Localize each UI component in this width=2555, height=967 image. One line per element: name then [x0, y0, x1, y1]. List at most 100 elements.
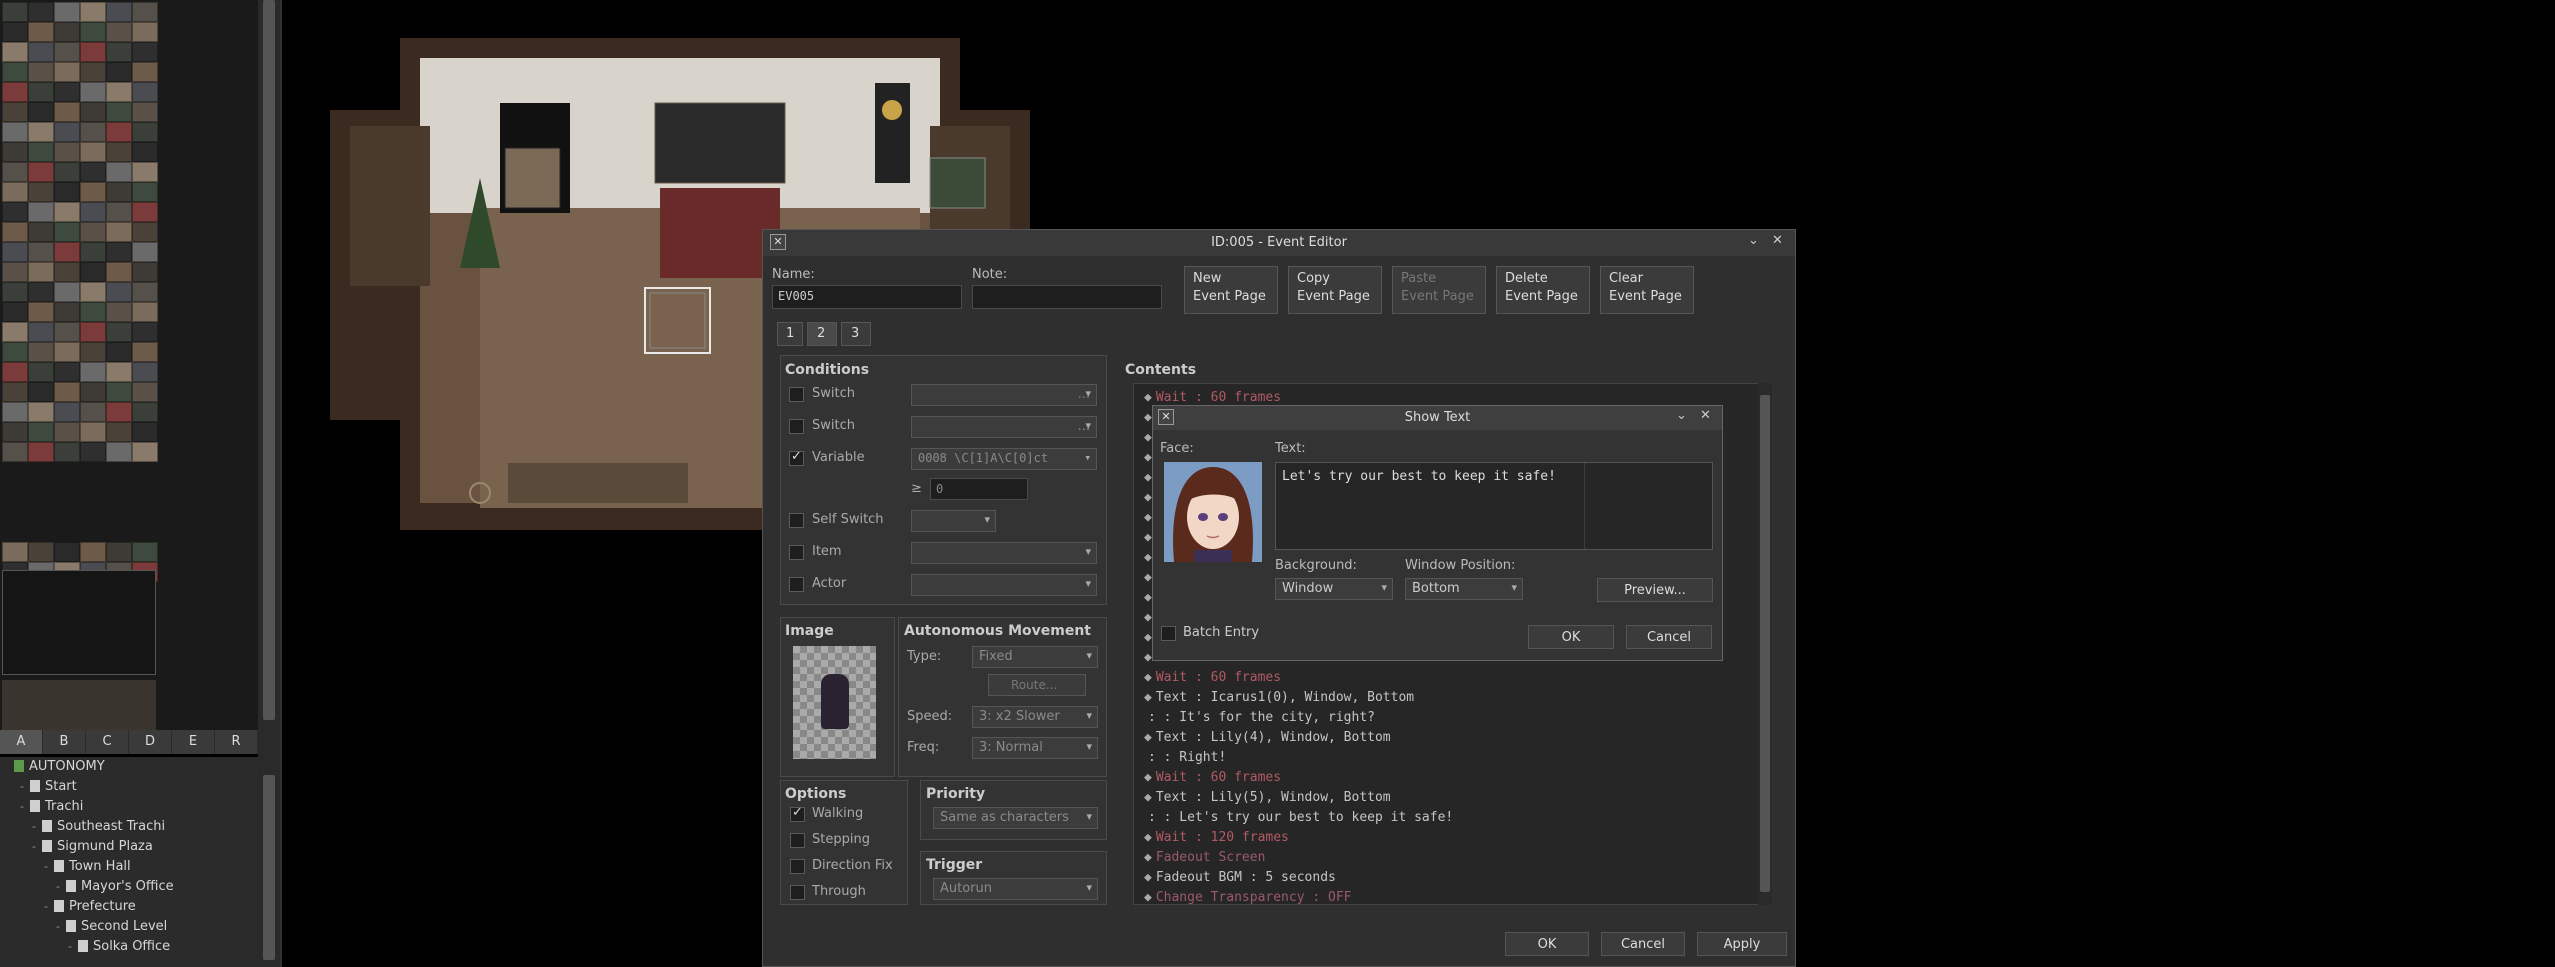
- command-row[interactable]: ◆ Text : Lily(4), Window, Bottom: [1144, 730, 1391, 745]
- tab-page-2[interactable]: 2: [807, 322, 837, 346]
- tree-item[interactable]: - Second Level: [56, 917, 167, 937]
- item-checkbox[interactable]: [789, 545, 804, 560]
- tree-scroll-thumb[interactable]: [263, 775, 275, 960]
- tree-item[interactable]: - Solka Office: [68, 937, 170, 957]
- command-row[interactable]: ◆ Fadeout Screen: [1144, 850, 1265, 865]
- variable-field[interactable]: 0008 \C[1]A\C[0]ct: [911, 448, 1097, 470]
- command-row[interactable]: ◆ Wait : 60 frames: [1144, 390, 1281, 405]
- tree-item[interactable]: - Mayor's Office: [56, 877, 174, 897]
- palette-tab-e[interactable]: E: [172, 730, 215, 754]
- direction-fix-checkbox[interactable]: [790, 859, 805, 874]
- command-row[interactable]: ◆ Wait : 120 frames: [1144, 830, 1289, 845]
- item-field[interactable]: [911, 542, 1097, 564]
- clear-page-button[interactable]: Clear Event Page: [1600, 266, 1694, 314]
- command-row[interactable]: : : It's for the city, right?: [1144, 710, 1375, 725]
- speed-select[interactable]: 3: x2 Slower: [972, 706, 1098, 728]
- dialog-ok-button[interactable]: OK: [1528, 625, 1614, 649]
- command-row[interactable]: ◆ Change Transparency : OFF: [1144, 890, 1352, 905]
- event-image[interactable]: [793, 646, 876, 759]
- palette-tab-r[interactable]: R: [215, 730, 258, 754]
- dialog-cancel-button[interactable]: Cancel: [1626, 625, 1712, 649]
- batch-entry-checkbox[interactable]: [1161, 626, 1176, 641]
- background-select[interactable]: Window: [1275, 578, 1393, 600]
- tile-palette[interactable]: [0, 0, 258, 730]
- tree-item[interactable]: - Trachi: [20, 797, 83, 817]
- palette-tab-a[interactable]: A: [0, 730, 43, 754]
- message-textarea[interactable]: Let's try our best to keep it safe!: [1275, 462, 1713, 550]
- expander-icon[interactable]: -: [20, 780, 24, 793]
- route-button[interactable]: Route...: [988, 674, 1086, 696]
- actor-checkbox[interactable]: [789, 577, 804, 592]
- palette-tab-c[interactable]: C: [86, 730, 129, 754]
- switch1-checkbox[interactable]: [789, 387, 804, 402]
- palette-tab-b[interactable]: B: [43, 730, 86, 754]
- name-field[interactable]: EV005: [772, 285, 962, 309]
- trigger-select[interactable]: Autorun: [933, 878, 1098, 900]
- variable-checkbox[interactable]: [789, 449, 804, 466]
- expander-icon[interactable]: -: [44, 860, 48, 873]
- switch2-checkbox[interactable]: [789, 419, 804, 434]
- command-row[interactable]: ◆ Text : Lily(5), Window, Bottom: [1144, 790, 1391, 805]
- dialog-close-icon[interactable]: ✕: [1700, 408, 1711, 423]
- self-switch-select[interactable]: [911, 510, 996, 532]
- tree-item[interactable]: AUTONOMY: [8, 757, 105, 777]
- command-row[interactable]: ◆ Text : Icarus1(0), Window, Bottom: [1144, 690, 1414, 705]
- copy-page-button[interactable]: Copy Event Page: [1288, 266, 1382, 314]
- paste-page-button[interactable]: Paste Event Page: [1392, 266, 1486, 314]
- command-marker: ◆: [1144, 870, 1152, 885]
- priority-select[interactable]: Same as characters: [933, 807, 1098, 829]
- delete-page-button[interactable]: Delete Event Page: [1496, 266, 1590, 314]
- position-select[interactable]: Bottom: [1405, 578, 1523, 600]
- switch1-field[interactable]: ...: [911, 384, 1097, 406]
- expander-icon[interactable]: -: [68, 940, 72, 953]
- expander-icon[interactable]: -: [32, 840, 36, 853]
- new-page-button[interactable]: New Event Page: [1184, 266, 1278, 314]
- freq-select[interactable]: 3: Normal: [972, 737, 1098, 759]
- tab-page-1[interactable]: 1: [777, 322, 803, 346]
- walking-checkbox[interactable]: [790, 805, 805, 822]
- expander-icon[interactable]: -: [44, 900, 48, 913]
- preview-button[interactable]: Preview...: [1597, 578, 1713, 602]
- note-field[interactable]: [972, 285, 1162, 309]
- face-portrait[interactable]: [1164, 462, 1262, 562]
- command-marker: ◆: [1144, 830, 1152, 845]
- map-icon: [77, 940, 88, 952]
- cancel-button[interactable]: Cancel: [1601, 932, 1685, 956]
- scroll-thumb[interactable]: [263, 0, 275, 720]
- tree-item[interactable]: - Prefecture: [44, 897, 136, 917]
- command-row[interactable]: ◆ Wait : 60 frames: [1144, 670, 1281, 685]
- dialog-minimize-icon[interactable]: ⌄: [1676, 408, 1687, 423]
- expander-icon[interactable]: -: [56, 920, 60, 933]
- expander-icon[interactable]: -: [56, 880, 60, 893]
- actor-select[interactable]: [911, 574, 1097, 596]
- tree-item[interactable]: - Start: [20, 777, 77, 797]
- expander-icon[interactable]: -: [20, 800, 24, 813]
- switch2-field[interactable]: ...: [911, 416, 1097, 438]
- tree-item[interactable]: - Town Hall: [44, 857, 131, 877]
- tree-item[interactable]: - Southeast Trachi: [32, 817, 165, 837]
- command-row[interactable]: : : Let's try our best to keep it safe!: [1144, 810, 1453, 825]
- command-row[interactable]: ◆ Wait : 60 frames: [1144, 770, 1281, 785]
- expander-icon[interactable]: -: [32, 820, 36, 833]
- variable-value-stepper[interactable]: 0: [930, 478, 1028, 500]
- tree-item-label: Trachi: [44, 799, 84, 814]
- tree-item[interactable]: - Sigmund Plaza: [32, 837, 153, 857]
- through-checkbox[interactable]: [790, 885, 805, 900]
- command-text: Fadeout Screen: [1155, 850, 1266, 865]
- command-text: Change Transparency : OFF: [1155, 890, 1352, 905]
- contents-scrollbar[interactable]: [1758, 383, 1772, 905]
- face-label: Face:: [1160, 441, 1194, 456]
- contents-scroll-thumb[interactable]: [1760, 395, 1770, 892]
- type-select[interactable]: Fixed: [972, 646, 1098, 668]
- close-icon[interactable]: ✕: [1772, 233, 1783, 248]
- command-row[interactable]: : : Right!: [1144, 750, 1226, 765]
- ok-button[interactable]: OK: [1505, 932, 1589, 956]
- stepping-checkbox[interactable]: [790, 833, 805, 848]
- palette-tab-d[interactable]: D: [129, 730, 172, 754]
- left-scrollbar[interactable]: [258, 0, 280, 967]
- tab-page-3[interactable]: 3: [841, 322, 871, 346]
- self-switch-checkbox[interactable]: [789, 513, 804, 528]
- apply-button[interactable]: Apply: [1697, 932, 1787, 956]
- command-row[interactable]: ◆ Fadeout BGM : 5 seconds: [1144, 870, 1336, 885]
- minimize-icon[interactable]: ⌄: [1748, 233, 1759, 248]
